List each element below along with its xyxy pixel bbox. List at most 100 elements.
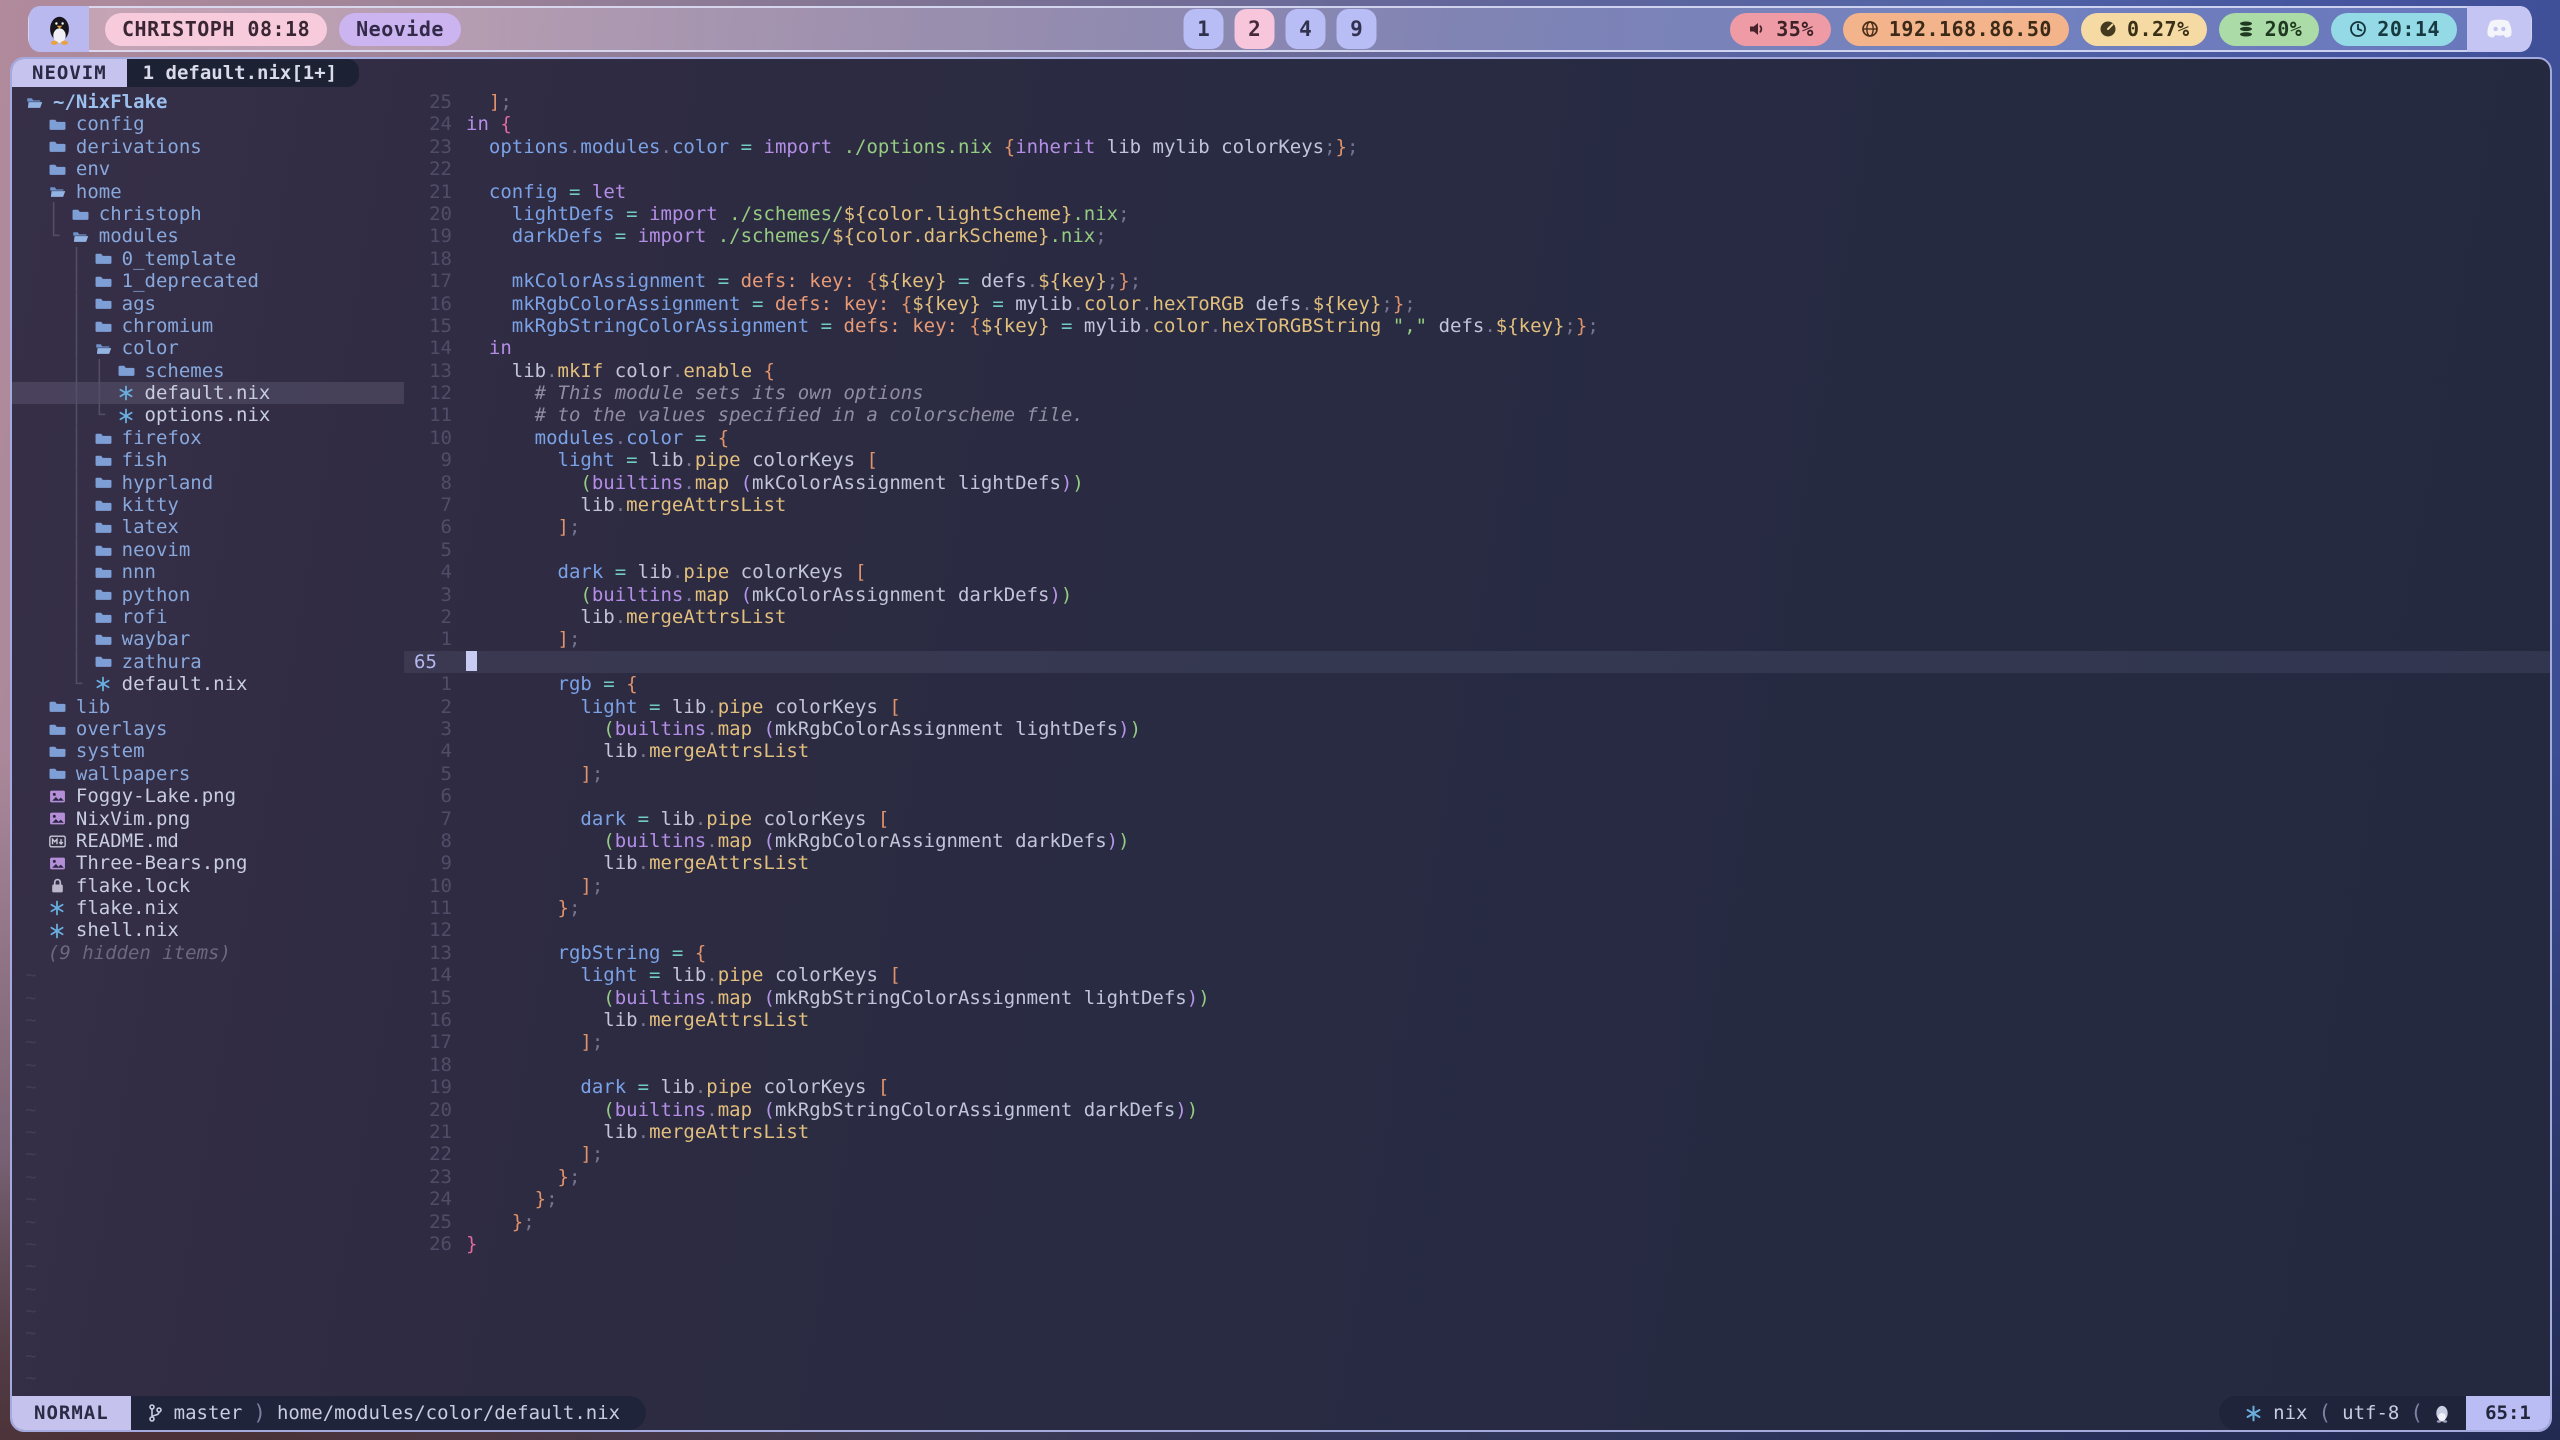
- tree-item-default-nix[interactable]: └ default.nix: [12, 673, 404, 695]
- code-line[interactable]: 15 (builtins.map (mkRgbStringColorAssign…: [404, 987, 2550, 1009]
- cpu-widget[interactable]: 0.27%: [2081, 13, 2207, 46]
- tree-item-modules[interactable]: └ modules: [12, 225, 404, 247]
- tree-item-kitty[interactable]: │ kitty: [12, 494, 404, 516]
- code-line[interactable]: 13 lib.mkIf color.enable {: [404, 360, 2550, 382]
- code-line[interactable]: 13 rgbString = {: [404, 942, 2550, 964]
- code-line[interactable]: 16 lib.mergeAttrsList: [404, 1009, 2550, 1031]
- code-line[interactable]: 20 lightDefs = import ./schemes/${color.…: [404, 203, 2550, 225]
- tree-item-derivations[interactable]: derivations: [12, 136, 404, 158]
- code-line[interactable]: 7 dark = lib.pipe colorKeys [: [404, 808, 2550, 830]
- code-line[interactable]: 14 light = lib.pipe colorKeys [: [404, 964, 2550, 986]
- tree-item-nixvim-png[interactable]: NixVim.png: [12, 808, 404, 830]
- tree-item-christoph[interactable]: │ christoph: [12, 203, 404, 225]
- code-line[interactable]: 21 lib.mergeAttrsList: [404, 1121, 2550, 1143]
- git-branch-name[interactable]: master: [174, 1402, 243, 1424]
- code-line[interactable]: 22 ];: [404, 1143, 2550, 1165]
- code-line[interactable]: 19 dark = lib.pipe colorKeys [: [404, 1076, 2550, 1098]
- code-line[interactable]: 11 # to the values specified in a colors…: [404, 404, 2550, 426]
- code-line[interactable]: 6 ];: [404, 516, 2550, 538]
- tree-item-overlays[interactable]: overlays: [12, 718, 404, 740]
- tree-item-three-bears-png[interactable]: Three-Bears.png: [12, 852, 404, 874]
- tree-item-zathura[interactable]: │ zathura: [12, 651, 404, 673]
- code-line[interactable]: 24in {: [404, 113, 2550, 135]
- code-line[interactable]: 25 };: [404, 1211, 2550, 1233]
- tab-default-nix[interactable]: 1 default.nix[1+]: [127, 59, 359, 87]
- code-line[interactable]: 25 ];: [404, 91, 2550, 113]
- workspace-button-1[interactable]: 1: [1184, 9, 1224, 49]
- tree-item-flake-lock[interactable]: flake.lock: [12, 875, 404, 897]
- code-line[interactable]: 16 mkRgbColorAssignment = defs: key: {${…: [404, 293, 2550, 315]
- tree-item-readme-md[interactable]: README.md: [12, 830, 404, 852]
- code-line[interactable]: 3 (builtins.map (mkRgbColorAssignment li…: [404, 718, 2550, 740]
- tree-item-1-deprecated[interactable]: │ 1_deprecated: [12, 270, 404, 292]
- code-line[interactable]: 12 # This module sets its own options: [404, 382, 2550, 404]
- code-line-cursor[interactable]: 65: [404, 651, 2550, 673]
- discord-button[interactable]: [2467, 6, 2531, 52]
- code-line[interactable]: 19 darkDefs = import ./schemes/${color.d…: [404, 225, 2550, 247]
- code-line[interactable]: 10 modules.color = {: [404, 427, 2550, 449]
- code-line[interactable]: 14 in: [404, 337, 2550, 359]
- tree-item-system[interactable]: system: [12, 740, 404, 762]
- code-line[interactable]: 17 ];: [404, 1031, 2550, 1053]
- code-line[interactable]: 1 rgb = {: [404, 673, 2550, 695]
- code-buffer[interactable]: 25 ];24in {23 options.modules.color = im…: [404, 89, 2550, 1396]
- code-line[interactable]: 6: [404, 785, 2550, 807]
- code-line[interactable]: 9 lib.mergeAttrsList: [404, 852, 2550, 874]
- code-line[interactable]: 21 config = let: [404, 181, 2550, 203]
- code-line[interactable]: 22: [404, 158, 2550, 180]
- launcher-button[interactable]: [29, 6, 89, 52]
- tree-item-config[interactable]: config: [12, 113, 404, 135]
- tree-item-python[interactable]: │ python: [12, 584, 404, 606]
- workspace-button-2[interactable]: 2: [1235, 9, 1275, 49]
- tree-item-home[interactable]: home: [12, 181, 404, 203]
- code-line[interactable]: 7 lib.mergeAttrsList: [404, 494, 2550, 516]
- code-line[interactable]: 8 (builtins.map (mkRgbColorAssignment da…: [404, 830, 2550, 852]
- tree-item-options-nix[interactable]: │ └ options.nix: [12, 404, 404, 426]
- code-line[interactable]: 17 mkColorAssignment = defs: key: {${key…: [404, 270, 2550, 292]
- tree-item-ags[interactable]: │ ags: [12, 293, 404, 315]
- active-window-title[interactable]: Neovide: [339, 13, 461, 46]
- code-line[interactable]: 12: [404, 919, 2550, 941]
- tree-item-default-nix[interactable]: │ │ default.nix: [12, 382, 404, 404]
- code-line[interactable]: 4 lib.mergeAttrsList: [404, 740, 2550, 762]
- workspace-button-9[interactable]: 9: [1337, 9, 1377, 49]
- tree-item-chromium[interactable]: │ chromium: [12, 315, 404, 337]
- code-line[interactable]: 23 options.modules.color = import ./opti…: [404, 136, 2550, 158]
- code-line[interactable]: 4 dark = lib.pipe colorKeys [: [404, 561, 2550, 583]
- tree-item-neovim[interactable]: │ neovim: [12, 539, 404, 561]
- code-line[interactable]: 15 mkRgbStringColorAssignment = defs: ke…: [404, 315, 2550, 337]
- volume-widget[interactable]: 35%: [1730, 13, 1831, 46]
- code-line[interactable]: 2 light = lib.pipe colorKeys [: [404, 696, 2550, 718]
- tree-item-flake-nix[interactable]: flake.nix: [12, 897, 404, 919]
- tree-item-lib[interactable]: lib: [12, 696, 404, 718]
- code-line[interactable]: 10 ];: [404, 875, 2550, 897]
- tree-item-rofi[interactable]: │ rofi: [12, 606, 404, 628]
- code-line[interactable]: 24 };: [404, 1188, 2550, 1210]
- code-line[interactable]: 20 (builtins.map (mkRgbStringColorAssign…: [404, 1099, 2550, 1121]
- code-line[interactable]: 2 lib.mergeAttrsList: [404, 606, 2550, 628]
- tree-item--nixflake[interactable]: ~/NixFlake: [12, 91, 404, 113]
- code-line[interactable]: 5 ];: [404, 763, 2550, 785]
- code-line[interactable]: 9 light = lib.pipe colorKeys [: [404, 449, 2550, 471]
- tree-item-foggy-lake-png[interactable]: Foggy-Lake.png: [12, 785, 404, 807]
- tree-item-nnn[interactable]: │ nnn: [12, 561, 404, 583]
- network-widget[interactable]: 192.168.86.50: [1843, 13, 2069, 46]
- code-line[interactable]: 3 (builtins.map (mkColorAssignment darkD…: [404, 584, 2550, 606]
- tree-item-0-template[interactable]: │ 0_template: [12, 248, 404, 270]
- tree-item-latex[interactable]: │ latex: [12, 516, 404, 538]
- code-line[interactable]: 5: [404, 539, 2550, 561]
- clock-widget[interactable]: 20:14: [2331, 13, 2457, 46]
- tree-item-waybar[interactable]: │ waybar: [12, 628, 404, 650]
- code-line[interactable]: 18: [404, 1054, 2550, 1076]
- tree-item-env[interactable]: env: [12, 158, 404, 180]
- code-line[interactable]: 26}: [404, 1233, 2550, 1255]
- tree-item-schemes[interactable]: │ │ schemes: [12, 360, 404, 382]
- workspace-button-4[interactable]: 4: [1286, 9, 1326, 49]
- code-line[interactable]: 18: [404, 248, 2550, 270]
- tree-item-color[interactable]: │ color: [12, 337, 404, 359]
- code-line[interactable]: 11 };: [404, 897, 2550, 919]
- code-line[interactable]: 1 ];: [404, 628, 2550, 650]
- tree-item-fish[interactable]: │ fish: [12, 449, 404, 471]
- tree-item-wallpapers[interactable]: wallpapers: [12, 763, 404, 785]
- tree-item-firefox[interactable]: │ firefox: [12, 427, 404, 449]
